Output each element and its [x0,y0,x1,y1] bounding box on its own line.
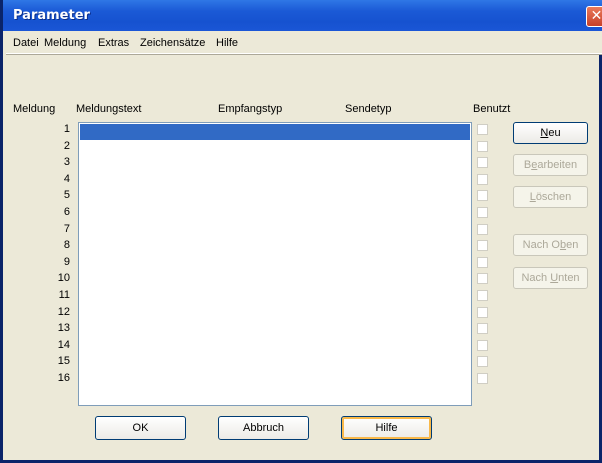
row-number: 5 [63,189,70,202]
row-number: 16 [57,372,70,384]
column-header-empfangstyp: Empfangstyp [218,103,283,115]
row-number: 12 [57,305,70,318]
close-icon[interactable]: ✕ [586,6,602,27]
loeschen-button[interactable]: Löschen [513,186,588,208]
row-number: 1 [63,123,70,135]
benutzt-checkbox[interactable] [477,373,488,384]
title-bar[interactable]: Parameter ✕ [3,0,602,31]
neu-button-label-rest: eu [548,127,561,139]
benutzt-checkbox[interactable] [477,240,488,252]
row-number: 15 [57,355,70,368]
benutzt-checkbox[interactable] [477,356,488,368]
row-number: 3 [63,156,70,169]
benutzt-checkbox[interactable] [477,124,488,135]
menu-bar: Datei Meldung Extras Zeichensätze Hilfe [6,31,602,54]
nach-oben-button-label-rest: en [566,239,579,251]
column-header-meldung: Meldung [13,103,56,115]
row-number: 2 [63,139,70,152]
menu-datei[interactable]: Datei [13,37,39,49]
benutzt-checkbox[interactable] [477,223,488,235]
benutzt-checkbox[interactable] [477,273,488,285]
hilfe-button[interactable]: Hilfe [341,416,432,440]
row-number: 4 [63,172,70,185]
benutzt-checkbox[interactable] [477,256,488,268]
column-header-meldungstext: Meldungstext [76,103,142,115]
column-header-benutzt: Benutzt [473,103,511,115]
nach-unten-button-label-rest: nten [558,272,580,284]
menu-zeichensaetze[interactable]: Zeichensätze [140,37,205,49]
benutzt-checkbox[interactable] [477,323,488,335]
message-list[interactable] [78,122,472,406]
nach-unten-button-accelerator: U [550,272,559,284]
ok-button[interactable]: OK [95,416,186,440]
benutzt-checkbox[interactable] [477,190,488,202]
nach-oben-button[interactable]: Nach Oben [513,234,588,256]
benutzt-checkbox[interactable] [477,339,488,351]
row-number: 8 [63,239,70,252]
row-number: 11 [58,289,70,301]
nach-unten-button-label: Nach [521,272,551,284]
benutzt-checkbox[interactable] [477,290,488,301]
benutzt-checkbox[interactable] [477,306,488,318]
menu-hilfe[interactable]: Hilfe [216,37,238,49]
window-title: Parameter [13,8,90,23]
column-header-sendetyp: Sendetyp [345,103,392,115]
benutzt-checkbox[interactable] [477,207,488,218]
benutzt-checkbox[interactable] [477,173,488,185]
row-number: 10 [57,272,70,285]
menu-extras[interactable]: Extras [98,37,129,49]
menu-meldung[interactable]: Meldung [44,37,86,49]
parameter-dialog: Parameter ✕ Datei Meldung Extras Zeichen… [0,0,602,463]
row-number: 13 [57,322,70,335]
neu-button[interactable]: Neu [513,122,588,144]
selected-list-row[interactable] [80,124,470,140]
nach-unten-button[interactable]: Nach Unten [513,267,588,289]
benutzt-checkbox[interactable] [477,157,488,169]
row-number: 9 [63,255,70,268]
row-number: 7 [63,222,70,235]
bearbeiten-button-label-rest: arbeiten [537,159,578,171]
abbruch-button[interactable]: Abbruch [218,416,309,440]
loeschen-button-label-rest: öschen [535,191,572,203]
row-number: 14 [57,338,70,351]
benutzt-checkbox[interactable] [477,140,488,152]
row-number: 6 [63,206,70,218]
nach-oben-button-label: Nach O [522,239,560,251]
bearbeiten-button[interactable]: Bearbeiten [513,154,588,176]
